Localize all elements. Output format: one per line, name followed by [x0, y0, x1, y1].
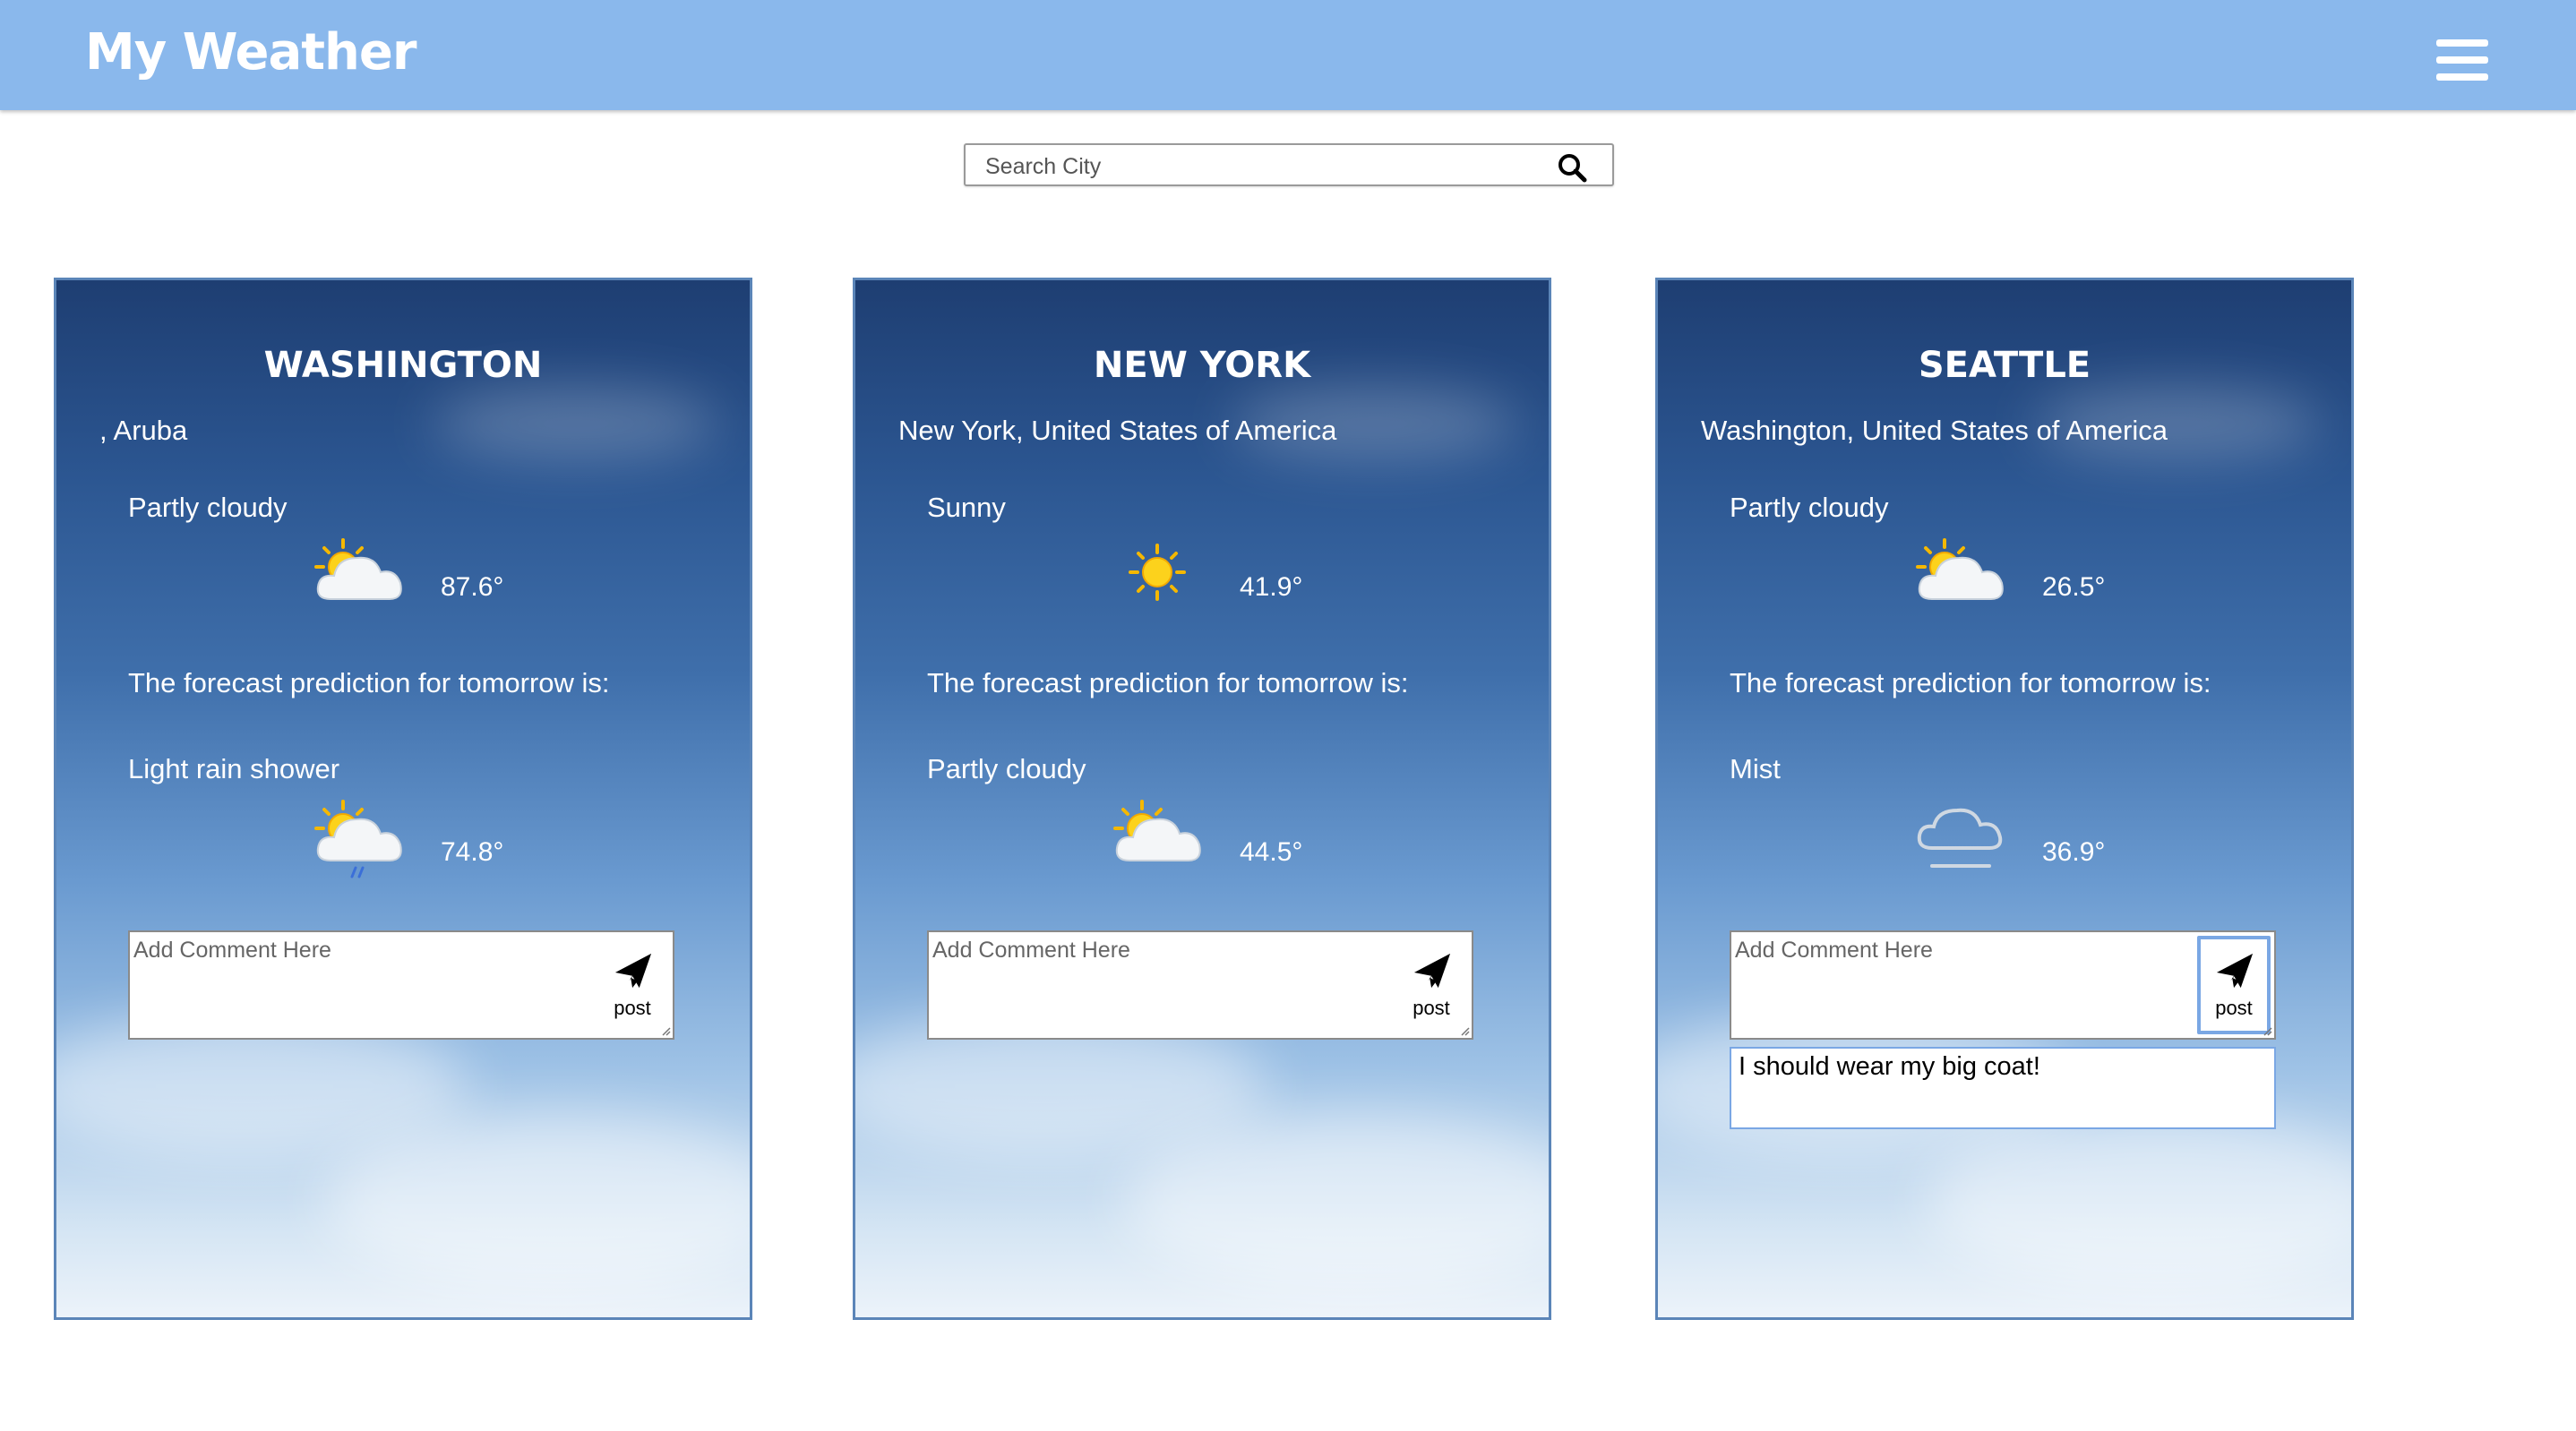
comment-box: post [927, 930, 1473, 1040]
post-button[interactable]: post [596, 936, 669, 1034]
comment-box: post [128, 930, 674, 1040]
tomorrow-condition: Light rain shower [128, 753, 340, 784]
mist-icon [1917, 808, 2003, 868]
current-temperature: 87.6° [441, 572, 504, 602]
search-city-box [964, 143, 1614, 186]
top-navigation-bar: My Weather [0, 0, 2576, 110]
partly-cloudy-icon [1113, 800, 1201, 861]
current-condition: Partly cloudy [1730, 492, 1889, 523]
weather-card-washington: WASHINGTON , Aruba Partly cloudy 87.6° T… [54, 278, 752, 1320]
city-name: SEATTLE [1918, 345, 2091, 386]
comment-input[interactable] [132, 934, 615, 1034]
partly-cloudy-icon [1916, 538, 2004, 600]
city-name: WASHINGTON [263, 345, 543, 386]
search-icon[interactable] [1557, 152, 1587, 183]
post-label: post [614, 997, 651, 1019]
current-temperature: 26.5° [2042, 572, 2106, 602]
comment-box: post [1730, 930, 2276, 1040]
search-city-input[interactable] [983, 149, 1542, 184]
paper-plane-icon [614, 953, 652, 989]
weather-card-seattle: SEATTLE Washington, United States of Ame… [1655, 278, 2354, 1320]
post-button[interactable]: post [1395, 936, 1468, 1034]
tomorrow-condition: Partly cloudy [927, 753, 1086, 784]
region-name: , Aruba [99, 415, 188, 446]
current-condition: Partly cloudy [128, 492, 288, 523]
current-temperature: 41.9° [1240, 572, 1303, 602]
resize-grip-icon[interactable] [660, 1025, 671, 1036]
tomorrow-temperature: 74.8° [441, 837, 504, 867]
tomorrow-condition: Mist [1730, 753, 1781, 784]
post-label: post [2215, 997, 2253, 1019]
forecast-label: The forecast prediction for tomorrow is: [1730, 667, 2211, 698]
partly-cloudy-icon [314, 538, 402, 600]
post-button[interactable]: post [2197, 936, 2271, 1034]
sunny-icon [1129, 544, 1186, 601]
tomorrow-temperature: 44.5° [1240, 837, 1303, 867]
weather-card-new-york: NEW YORK New York, United States of Amer… [853, 278, 1551, 1320]
city-name: NEW YORK [1093, 345, 1311, 386]
forecast-label: The forecast prediction for tomorrow is: [128, 667, 610, 698]
forecast-label: The forecast prediction for tomorrow is: [927, 667, 1409, 698]
posted-comment: I should wear my big coat! [1730, 1047, 2276, 1129]
light-rain-shower-icon [314, 800, 402, 878]
resize-grip-icon[interactable] [1459, 1025, 1470, 1036]
paper-plane-icon [2216, 953, 2254, 989]
region-name: Washington, United States of America [1701, 415, 2168, 446]
tomorrow-temperature: 36.9° [2042, 837, 2106, 867]
current-condition: Sunny [927, 492, 1006, 523]
app-title: My Weather [85, 23, 417, 81]
comment-input[interactable] [1733, 934, 2217, 1034]
post-label: post [1413, 997, 1450, 1019]
region-name: New York, United States of America [898, 415, 1337, 446]
comment-input[interactable] [931, 934, 1414, 1034]
resize-grip-icon[interactable] [2262, 1025, 2272, 1036]
hamburger-menu-icon[interactable] [2436, 39, 2488, 82]
paper-plane-icon [1413, 953, 1451, 989]
